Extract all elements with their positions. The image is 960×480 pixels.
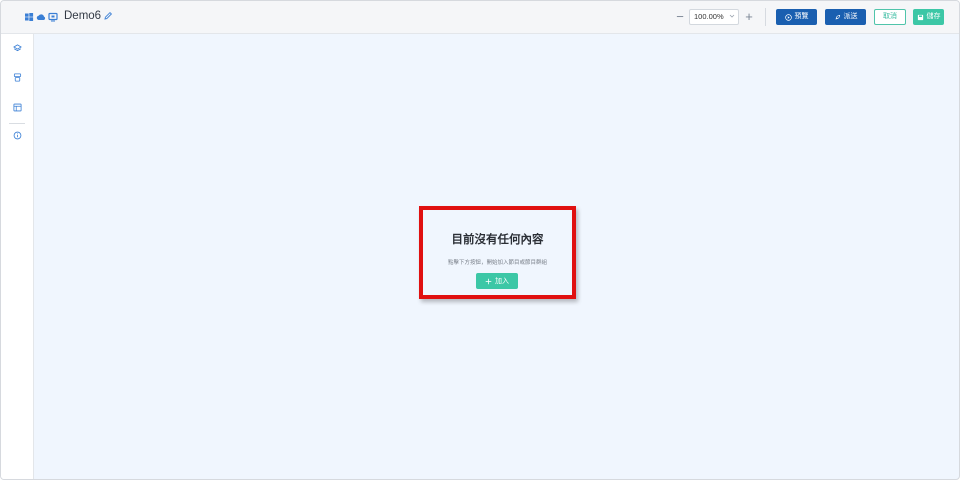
cancel-label: 取消 [883,13,897,20]
rocket-icon [835,14,840,19]
user-group-icon[interactable] [13,73,22,82]
cloud-icon [36,14,46,20]
info-icon[interactable] [13,131,22,140]
empty-state-description: 點擊下方按鈕，開始加入節目或節目群組 [447,260,547,266]
monitor-icon [48,12,58,22]
pencil-icon[interactable] [103,11,113,21]
save-button[interactable]: 儲存 [913,9,944,25]
save-icon [917,14,923,20]
zoom-select[interactable]: 100.00% [689,9,739,25]
left-sidebar [1,34,34,479]
preview-label: 預覽 [794,13,809,20]
panel-icon[interactable] [13,103,22,112]
plus-icon [485,278,492,284]
play-circle-icon [784,13,792,21]
top-toolbar: Demo6 − 100.00% + 預覽 派送 取消 儲存 [1,1,959,34]
zoom-out-button[interactable]: − [673,9,687,25]
zoom-in-button[interactable]: + [742,9,756,25]
preview-button[interactable]: 預覽 [776,9,817,25]
add-button[interactable]: 加入 [476,273,518,289]
publish-label: 派送 [843,13,858,20]
cancel-button[interactable]: 取消 [874,9,906,25]
publish-button[interactable]: 派送 [825,9,866,25]
toolbar-divider [765,8,766,26]
windows-icon [25,13,34,21]
add-button-label: 加入 [495,278,509,285]
chevron-down-icon [729,14,735,18]
sidebar-divider [9,123,25,124]
empty-state-panel: 目前沒有任何內容 點擊下方按鈕，開始加入節目或節目群組 加入 [419,206,576,299]
empty-state-title: 目前沒有任何內容 [451,234,544,246]
page-title: Demo6 [64,10,102,22]
zoom-value: 100.00% [694,12,724,21]
app-window: Demo6 − 100.00% + 預覽 派送 取消 儲存 目前沒有任何內容 點… [0,0,960,480]
save-label: 儲存 [926,13,941,20]
layers-icon[interactable] [13,44,22,53]
